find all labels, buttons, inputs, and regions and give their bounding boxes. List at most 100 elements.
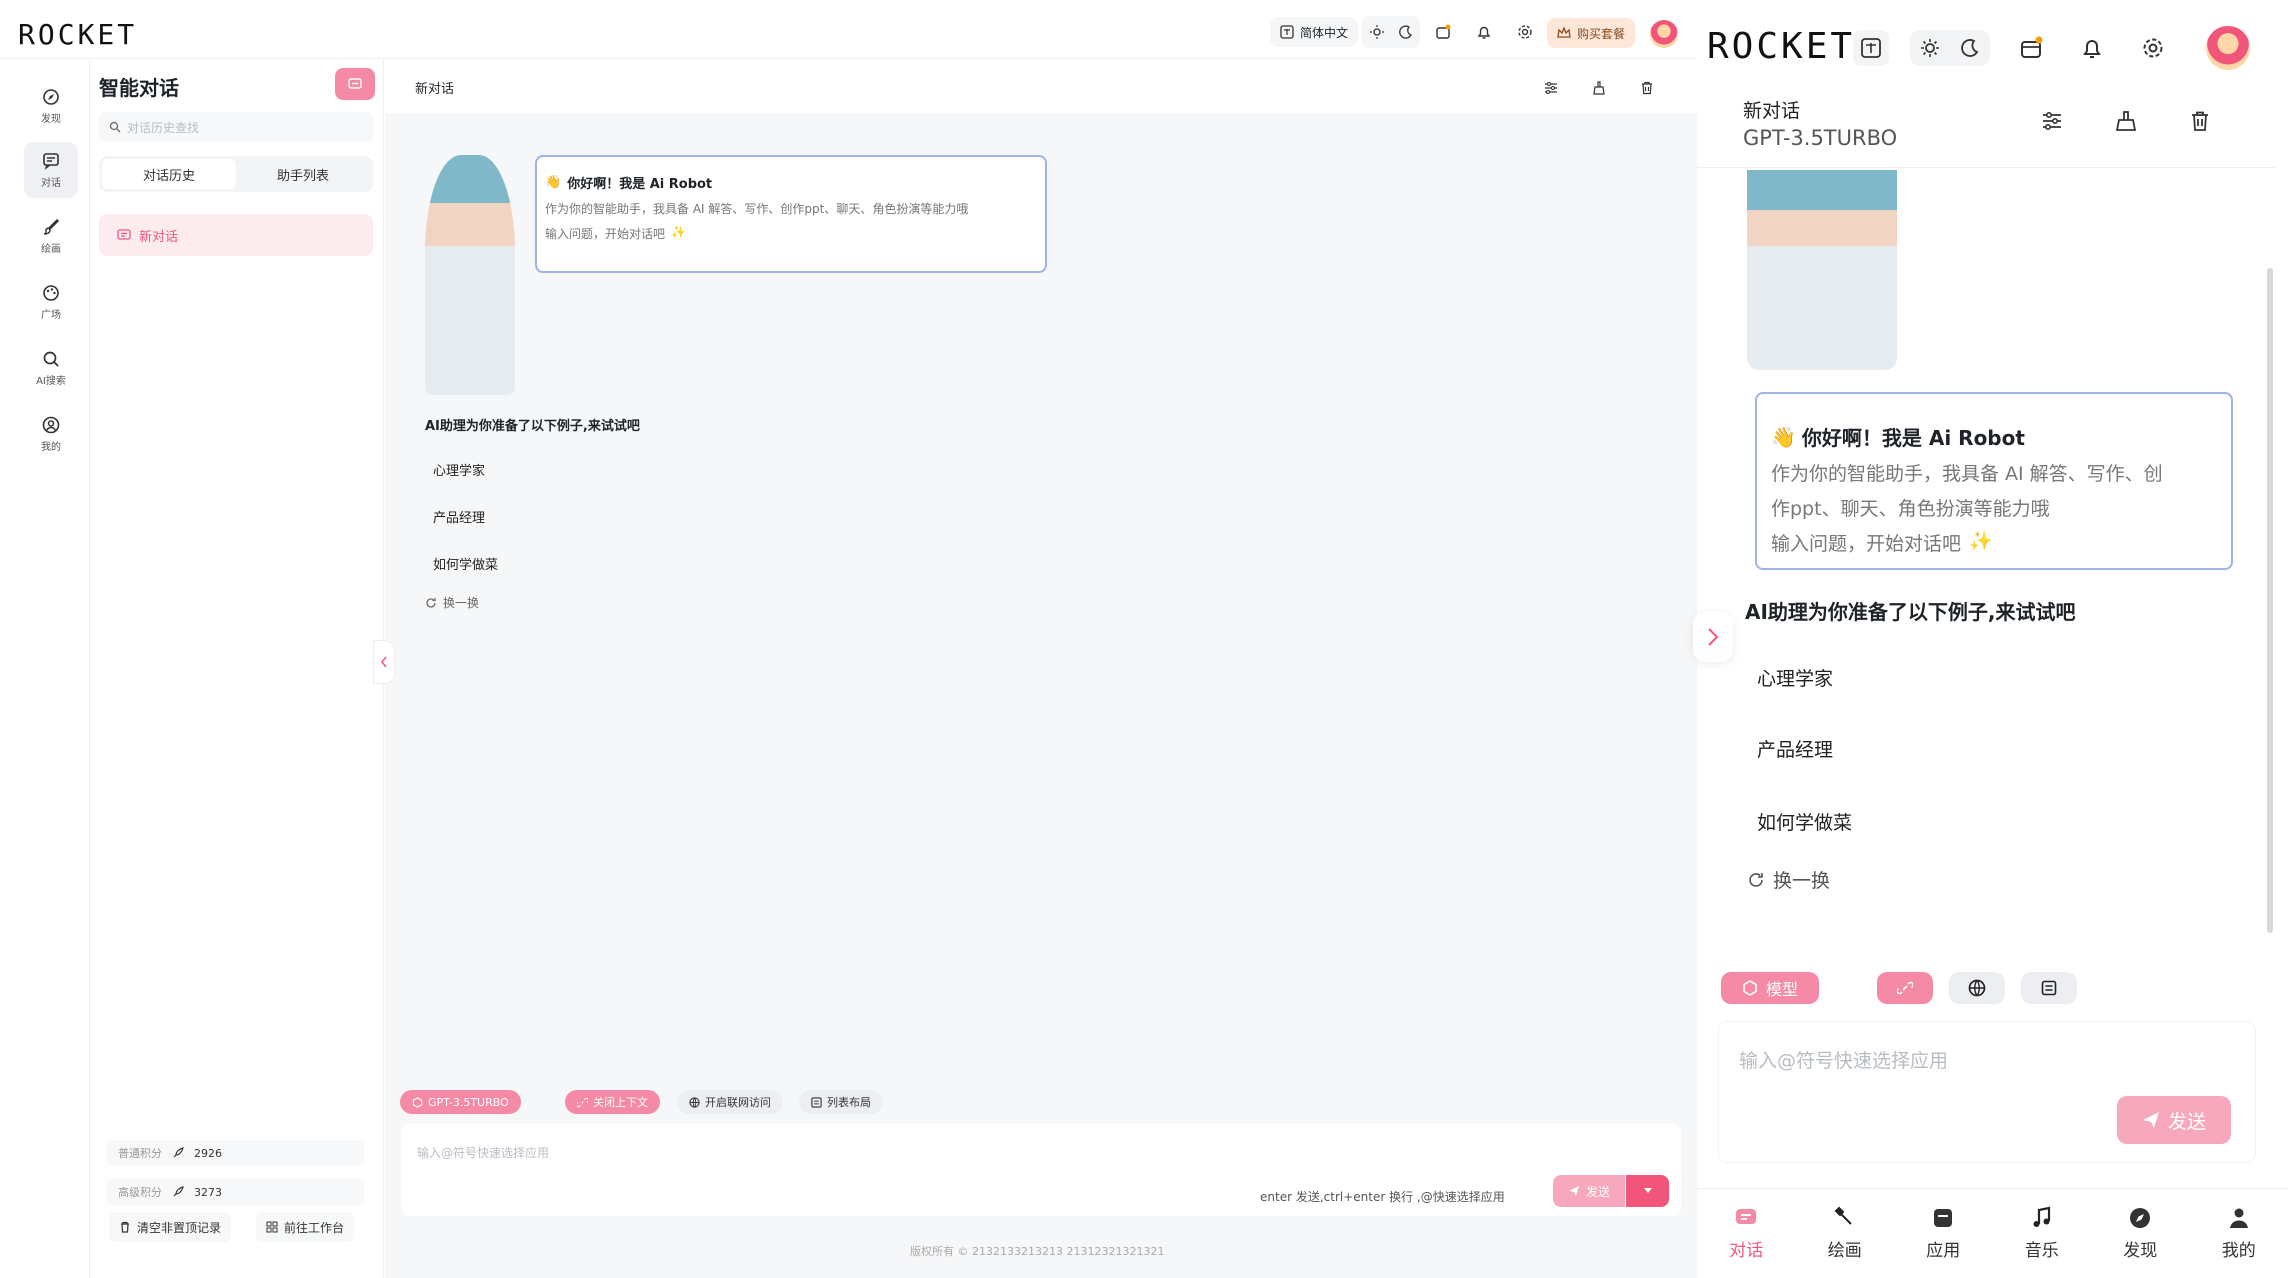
send-label: 发送 — [1585, 1184, 1610, 1199]
go-workspace-button[interactable]: 前往工作台 — [256, 1212, 355, 1242]
refresh-icon — [426, 597, 436, 608]
rail-item-ai-search[interactable]: AI搜索 — [24, 340, 78, 396]
mobile-logo: ROCKET — [1707, 26, 1856, 67]
sun-icon[interactable] — [1920, 38, 1940, 58]
wave-hand-icon: 👋 — [545, 175, 562, 190]
mobile-model-chip-label: 模型 — [1765, 980, 1798, 999]
send-options-button[interactable] — [1626, 1175, 1669, 1207]
tab-apps[interactable]: 应用 — [1908, 1206, 1978, 1261]
chat-header: 新对话 — [385, 60, 1697, 115]
language-switch[interactable]: 简体中文 — [1270, 17, 1359, 47]
tab-music[interactable]: 音乐 — [2007, 1206, 2077, 1261]
send-icon — [2142, 1112, 2159, 1128]
collapse-sidebar-button[interactable] — [373, 640, 395, 684]
refresh-label: 换一换 — [443, 596, 480, 610]
mobile-model-chip[interactable]: 模型 — [1721, 972, 1819, 1004]
tab-mine[interactable]: 我的 — [2204, 1206, 2274, 1261]
wave-hand-icon: 👋 — [1771, 424, 1796, 449]
clear-history-button[interactable]: 清空非置顶记录 — [109, 1212, 232, 1242]
chat-plus-icon — [348, 78, 362, 89]
rail-item-draw[interactable]: 绘画 — [24, 208, 78, 264]
bell-icon[interactable] — [2074, 30, 2110, 66]
example-cooking[interactable]: 如何学做菜 — [433, 554, 498, 573]
rail-label: 发现 — [41, 113, 61, 125]
globe-icon — [689, 1096, 700, 1108]
conversation-title: 新对话 — [139, 229, 179, 245]
mobile-chat-header: 新对话 GPT-3.5TURBO — [1697, 80, 2275, 168]
model-chip-label: GPT-3.5TURBO — [428, 1095, 509, 1109]
logo: ROCKET — [18, 18, 138, 51]
sun-icon[interactable] — [1369, 25, 1384, 39]
trash-icon[interactable] — [1635, 76, 1659, 100]
mobile-context-chip[interactable] — [1877, 972, 1933, 1004]
context-toggle-chip[interactable]: 关闭上下文 — [565, 1090, 660, 1114]
settings-sliders-icon[interactable] — [1539, 76, 1563, 100]
points-value: 2926 — [194, 1146, 222, 1160]
rail-item-mine[interactable]: 我的 — [24, 406, 78, 462]
mobile-web-access-chip[interactable] — [1949, 972, 2005, 1004]
mobile-example-product-manager[interactable]: 产品经理 — [1757, 735, 1833, 762]
translate-icon[interactable] — [1853, 30, 1889, 66]
gear-icon[interactable] — [1509, 16, 1541, 48]
scrollbar[interactable] — [2267, 268, 2273, 933]
rail-item-chat[interactable]: 对话 — [24, 142, 78, 198]
mobile-avatar[interactable] — [2206, 26, 2250, 70]
tab-label: 我的 — [2221, 1241, 2256, 1261]
mobile-greeting-bubble: 👋 你好啊！我是 Ai Robot 作为你的智能助手，我具备 AI 解答、写作、… — [1755, 392, 2233, 570]
mobile-send-label: 发送 — [2167, 1110, 2206, 1133]
trash-icon[interactable] — [2189, 110, 2211, 132]
rail-item-plaza[interactable]: 广场 — [24, 274, 78, 330]
mobile-greeting-text-1: 作为你的智能助手，我具备 AI 解答、写作、创 — [1771, 463, 2163, 485]
clean-brush-icon[interactable] — [2115, 110, 2137, 132]
chat-icon — [117, 229, 131, 240]
mobile-input-placeholder: 输入@符号快速选择应用 — [1739, 1050, 1949, 1072]
tab-discover[interactable]: 发现 — [2105, 1206, 2175, 1261]
clean-brush-icon[interactable] — [1587, 76, 1611, 100]
keyboard-hint: enter 发送,ctrl+enter 换行 ,@快速选择应用 — [1260, 1190, 1505, 1204]
buy-plan-button[interactable]: 购买套餐 — [1547, 18, 1636, 48]
cube-icon — [412, 1096, 423, 1108]
mobile-refresh-button[interactable]: 换一换 — [1747, 866, 1830, 893]
app-box-icon[interactable] — [2013, 30, 2049, 66]
rocket-icon — [173, 1186, 184, 1197]
example-psychologist[interactable]: 心理学家 — [433, 460, 485, 479]
compass-icon — [2130, 1208, 2151, 1228]
mobile-examples-heading: AI助理为你准备了以下例子,来试试吧 — [1745, 600, 2076, 624]
tab-assistants[interactable]: 助手列表 — [236, 159, 370, 189]
copyright: 版权所有 © 2132133213213 21312321321321 — [910, 1245, 1165, 1258]
refresh-examples-button[interactable]: 换一换 — [425, 594, 479, 611]
model-chip[interactable]: GPT-3.5TURBO — [400, 1090, 521, 1114]
tab-draw[interactable]: 绘画 — [1810, 1206, 1880, 1261]
mobile-example-psychologist[interactable]: 心理学家 — [1757, 664, 1833, 691]
new-chat-button[interactable] — [335, 68, 375, 100]
web-access-chip[interactable]: 开启联网访问 — [677, 1090, 783, 1114]
app-box-icon[interactable] — [1427, 16, 1459, 48]
avatar[interactable] — [1650, 20, 1678, 48]
list-layout-chip[interactable]: 列表布局 — [799, 1090, 883, 1114]
context-chip-label: 关闭上下文 — [593, 1096, 648, 1109]
conversation-item[interactable]: 新对话 — [99, 214, 373, 256]
mobile-greeting-text-2: 作ppt、聊天、角色扮演等能力哦 — [1771, 498, 2050, 520]
moon-icon[interactable] — [1960, 38, 1980, 58]
list-icon — [811, 1096, 822, 1108]
bell-icon[interactable] — [1468, 16, 1500, 48]
settings-sliders-icon[interactable] — [2041, 110, 2063, 132]
history-search-placeholder: 对话历史查找 — [127, 120, 200, 135]
rail-item-discover[interactable]: 发现 — [24, 78, 78, 134]
gear-icon[interactable] — [2135, 30, 2171, 66]
theme-toggle[interactable] — [1362, 16, 1420, 48]
tab-history[interactable]: 对话历史 — [102, 159, 236, 189]
cube-icon — [1743, 980, 1757, 996]
mobile-send-button[interactable]: 发送 — [2117, 1096, 2231, 1144]
tab-label: 发现 — [2123, 1241, 2158, 1261]
send-button[interactable]: 发送 — [1553, 1175, 1625, 1207]
mobile-theme-toggle[interactable] — [1910, 30, 1990, 66]
history-search-input[interactable]: 对话历史查找 — [99, 112, 373, 142]
mobile-list-layout-chip[interactable] — [2021, 972, 2077, 1004]
mobile-example-cooking[interactable]: 如何学做菜 — [1757, 808, 1852, 835]
expand-panel-button[interactable] — [1693, 612, 1733, 662]
greeting-text-1: 作为你的智能助手，我具备 AI 解答、写作、创作ppt、聊天、角色扮演等能力哦 — [545, 202, 969, 216]
tab-chat[interactable]: 对话 — [1711, 1206, 1781, 1261]
example-product-manager[interactable]: 产品经理 — [433, 507, 485, 526]
moon-icon[interactable] — [1398, 25, 1413, 39]
